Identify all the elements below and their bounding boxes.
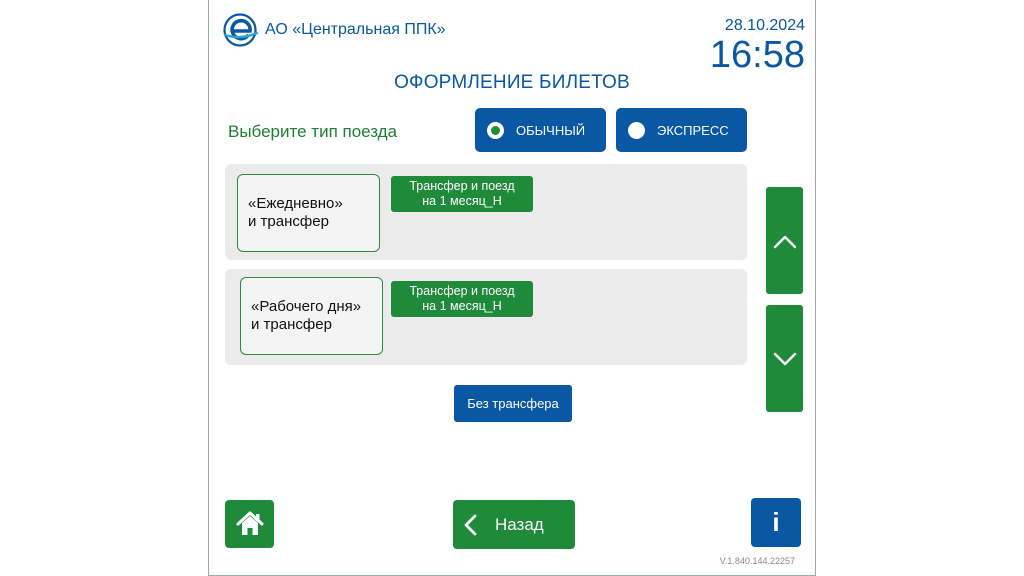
- radio-checked-icon: [487, 121, 504, 139]
- chevron-up-icon: [773, 235, 796, 248]
- train-type-express-button[interactable]: ЭКСПРЕСС: [616, 108, 747, 152]
- train-type-normal-button[interactable]: ОБЫЧНЫЙ: [475, 108, 606, 152]
- ticket-option-line2: на 1 месяц_Н: [422, 194, 502, 208]
- ticket-name-line2: и трансфер: [248, 213, 329, 230]
- ticket-option-line1: Трансфер и поезд: [409, 284, 515, 298]
- chevron-down-icon: [773, 352, 796, 365]
- chevron-left-icon: [464, 514, 477, 535]
- info-button[interactable]: i: [751, 498, 801, 547]
- no-transfer-button[interactable]: Без трансфера: [454, 385, 572, 422]
- page-title: ОФОРМЛЕНИЕ БИЛЕТОВ: [394, 72, 630, 93]
- ticket-name-line2: и трансфер: [251, 316, 332, 333]
- radio-unchecked-icon: [628, 121, 645, 139]
- version-label: V.1.840.144.22257: [719, 556, 795, 566]
- scroll-up-button[interactable]: [766, 187, 803, 294]
- ticket-name-line1: «Рабочего дня»: [251, 298, 362, 315]
- home-icon: [236, 511, 263, 535]
- current-time: 16:58: [709, 34, 805, 76]
- train-type-normal-label: ОБЫЧНЫЙ: [516, 122, 586, 138]
- back-label: Назад: [495, 514, 544, 534]
- ticket-option-button[interactable]: Трансфер и поезд на 1 месяц_Н: [391, 176, 533, 212]
- kiosk-screen: АО «Центральная ППК» 28.10.2024 16:58 ОФ…: [208, 0, 816, 576]
- ticket-card-workday[interactable]: «Рабочего дня» и трансфер: [240, 277, 383, 355]
- back-button[interactable]: Назад: [453, 500, 575, 549]
- logo-icon: [223, 13, 259, 47]
- ticket-panel: «Рабочего дня» и трансфер Трансфер и пое…: [225, 269, 747, 365]
- ticket-option-line2: на 1 месяц_Н: [422, 299, 502, 313]
- home-button[interactable]: [225, 500, 274, 548]
- ticket-card-daily[interactable]: «Ежедневно» и трансфер: [237, 174, 380, 252]
- train-type-express-label: ЭКСПРЕСС: [657, 122, 729, 138]
- ticket-panel: «Ежедневно» и трансфер Трансфер и поезд …: [225, 164, 747, 260]
- current-date: 28.10.2024: [724, 17, 805, 34]
- scroll-down-button[interactable]: [766, 305, 803, 412]
- ticket-option-line1: Трансфер и поезд: [409, 179, 515, 193]
- ticket-name-line1: «Ежедневно»: [248, 195, 343, 212]
- brand-name: АО «Центральная ППК»: [265, 21, 446, 38]
- train-type-label: Выберите тип поезда: [228, 122, 398, 141]
- ticket-option-button[interactable]: Трансфер и поезд на 1 месяц_Н: [391, 281, 533, 317]
